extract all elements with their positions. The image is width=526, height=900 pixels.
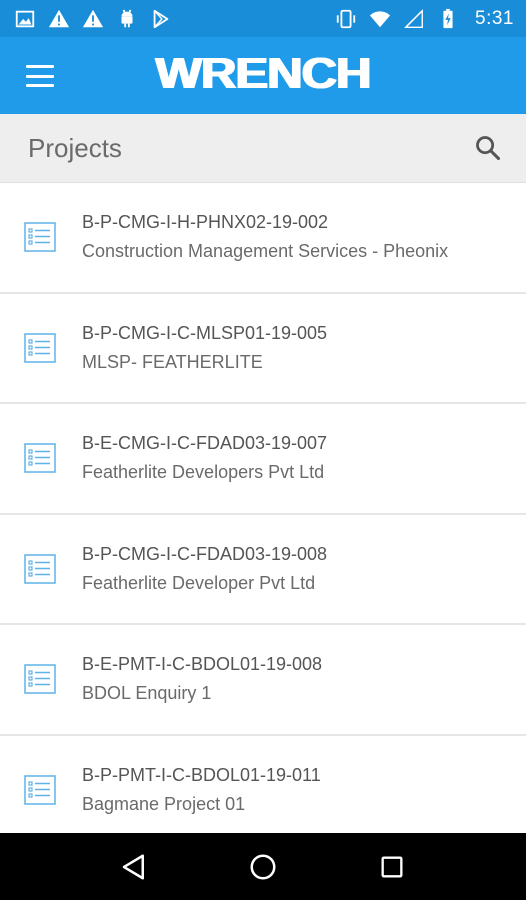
- project-code: B-P-CMG-I-H-PHNX02-19-002: [82, 212, 329, 233]
- list-item-text: B-E-PMT-I-C-BDOL01-19-008 BDOL Enquiry 1: [82, 654, 322, 704]
- recents-button[interactable]: [372, 847, 412, 887]
- project-name: BDOL Enquiry 1: [82, 683, 212, 704]
- vibrate-icon: [335, 8, 357, 30]
- project-name: Construction Management Services - Pheon…: [82, 241, 449, 262]
- page-title: Projects: [28, 132, 122, 163]
- project-code: B-P-PMT-I-C-BDOL01-19-011: [82, 764, 321, 785]
- android-icon: [116, 8, 138, 30]
- recents-icon: [381, 856, 403, 877]
- document-list-icon: [22, 219, 58, 255]
- status-bar: 5:31: [0, 0, 526, 37]
- document-list-icon: [22, 772, 58, 808]
- play-store-icon: [150, 8, 172, 30]
- back-icon: [123, 854, 145, 879]
- list-item[interactable]: B-P-CMG-I-C-MLSP01-19-005 MLSP- FEATHERL…: [0, 293, 526, 404]
- project-name: Featherlite Developers Pvt Ltd: [82, 462, 325, 483]
- list-item-text: B-E-CMG-I-C-FDAD03-19-007 Featherlite De…: [82, 433, 327, 483]
- battery-charging-icon: [437, 8, 459, 30]
- document-list-icon: [22, 440, 58, 476]
- status-right-icons: 5:31: [335, 8, 514, 30]
- page-header: Projects: [0, 114, 526, 183]
- brand-logo: WRENCH: [155, 49, 371, 98]
- project-code: B-E-PMT-I-C-BDOL01-19-008: [82, 654, 323, 675]
- list-item-text: B-P-CMG-I-C-MLSP01-19-005 MLSP- FEATHERL…: [82, 323, 327, 373]
- document-list-icon: [22, 661, 58, 697]
- home-icon: [250, 854, 276, 879]
- document-list-icon: [22, 551, 58, 587]
- project-name: Bagmane Project 01: [82, 793, 246, 814]
- alert-icon: [82, 8, 104, 30]
- signal-icon: [403, 8, 425, 30]
- document-list-icon: [22, 330, 58, 366]
- back-button[interactable]: [114, 847, 154, 887]
- list-item[interactable]: B-E-CMG-I-C-FDAD03-19-007 Featherlite De…: [0, 404, 526, 515]
- project-code: B-E-CMG-I-C-FDAD03-19-007: [82, 433, 328, 454]
- project-code: B-P-CMG-I-C-MLSP01-19-005: [82, 322, 328, 343]
- wifi-icon: [369, 8, 391, 30]
- screen: 5:31 WRENCH Projects B-P-CMG-I-H-PHNX02-…: [0, 0, 526, 900]
- project-name: Featherlite Developer Pvt Ltd: [82, 572, 316, 593]
- nav-bar: [0, 833, 526, 900]
- project-list: B-P-CMG-I-H-PHNX02-19-002 Construction M…: [0, 183, 526, 833]
- list-item[interactable]: B-P-CMG-I-C-FDAD03-19-008 Featherlite De…: [0, 514, 526, 625]
- list-item[interactable]: B-E-PMT-I-C-BDOL01-19-008 BDOL Enquiry 1: [0, 625, 526, 736]
- search-icon: [476, 136, 501, 161]
- list-item-text: B-P-PMT-I-C-BDOL01-19-011 Bagmane Projec…: [82, 765, 321, 815]
- project-name: MLSP- FEATHERLITE: [82, 351, 263, 372]
- list-item[interactable]: B-P-PMT-I-C-BDOL01-19-011 Bagmane Projec…: [0, 735, 526, 833]
- list-item[interactable]: B-P-CMG-I-H-PHNX02-19-002 Construction M…: [0, 183, 526, 294]
- home-button[interactable]: [243, 847, 283, 887]
- list-item-text: B-P-CMG-I-H-PHNX02-19-002 Construction M…: [82, 212, 448, 262]
- list-item-text: B-P-CMG-I-C-FDAD03-19-008 Featherlite De…: [82, 544, 327, 594]
- app-bar: WRENCH: [0, 37, 526, 114]
- status-time: 5:31: [475, 7, 514, 29]
- image-icon: [14, 8, 36, 30]
- status-left-icons: [14, 8, 172, 30]
- project-code: B-P-CMG-I-C-FDAD03-19-008: [82, 543, 328, 564]
- search-button[interactable]: [472, 132, 504, 164]
- alert-icon: [48, 8, 70, 30]
